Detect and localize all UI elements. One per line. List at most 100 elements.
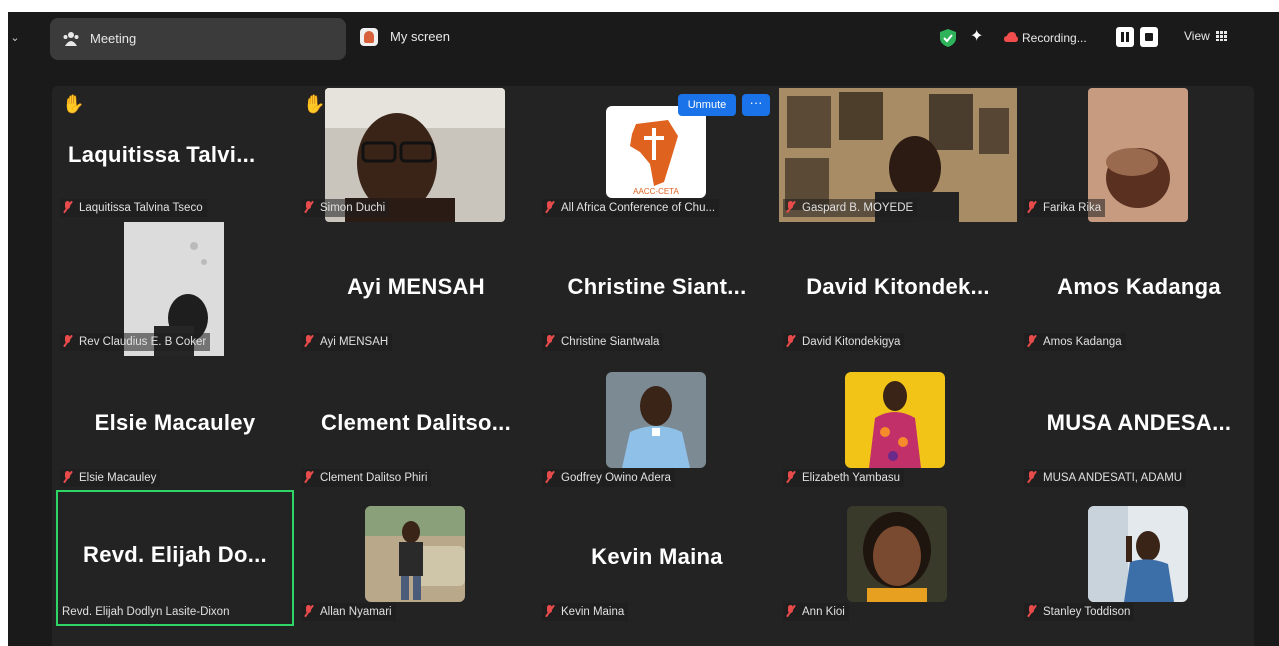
aacc-logo: AACC-CETA: [606, 106, 706, 198]
more-options-button[interactable]: ···: [742, 94, 770, 116]
participant-tile[interactable]: Gaspard B. MOYEDE: [779, 88, 1017, 222]
participant-display-name: Clement Dalitso...: [321, 410, 511, 435]
participant-tile[interactable]: Farika Rika: [1020, 88, 1254, 222]
meeting-icon: [63, 32, 79, 46]
muted-mic-icon: [1026, 471, 1038, 483]
participant-label-text: Stanley Toddison: [1043, 606, 1131, 618]
logo-text: AACC-CETA: [633, 187, 679, 196]
grid-icon: [1215, 31, 1228, 41]
top-bar: ⌄ Meeting My screen ✦ Recording... View: [8, 12, 1279, 66]
participant-name-label: Elsie Macauley: [60, 469, 161, 487]
participant-label-text: Revd. Elijah Dodlyn Lasite-Dixon: [62, 606, 230, 618]
video-gallery: ✋ Laquitissa Talvi... Laquitissa Talvina…: [52, 86, 1254, 646]
muted-mic-icon: [544, 335, 556, 347]
participant-avatar: [365, 506, 465, 602]
participant-tile[interactable]: Kevin Maina Kevin Maina: [538, 492, 776, 626]
participant-tile[interactable]: Amos Kadanga Amos Kadanga: [1020, 222, 1254, 356]
participant-label-text: Ayi MENSAH: [320, 336, 389, 348]
participant-tile[interactable]: ✋ Laquitissa Talvi... Laquitissa Talvina…: [56, 88, 294, 222]
participant-name-label: Revd. Elijah Dodlyn Lasite-Dixon: [60, 603, 233, 621]
participant-tile[interactable]: David Kitondek... David Kitondekigya: [779, 222, 1017, 356]
participant-name-label: Amos Kadanga: [1024, 333, 1126, 351]
muted-mic-icon: [544, 471, 556, 483]
participant-name-label: David Kitondekigya: [783, 333, 905, 351]
participant-tile[interactable]: Rev Claudius E. B Coker: [56, 222, 294, 356]
active-speaker-tile[interactable]: Revd. Elijah Do... Revd. Elijah Dodlyn L…: [56, 490, 294, 626]
participant-name-label: Rev Claudius E. B Coker: [60, 333, 211, 351]
cloud-icon: [1004, 32, 1018, 42]
shield-check-icon[interactable]: [940, 29, 956, 47]
participant-avatar: [1088, 506, 1188, 602]
my-screen-label: My screen: [390, 29, 450, 44]
screen-icon: [360, 28, 378, 46]
stop-recording-button[interactable]: [1140, 27, 1158, 47]
participant-name-label: Ayi MENSAH: [301, 333, 393, 351]
participant-label-text: Kevin Maina: [561, 606, 625, 618]
participant-display-name: Revd. Elijah Do...: [83, 542, 267, 567]
participant-tile[interactable]: Clement Dalitso... Clement Dalitso Phiri: [297, 358, 535, 492]
participant-label-text: David Kitondekigya: [802, 336, 901, 348]
participant-label-text: MUSA ANDESATI, ADAMU: [1043, 472, 1183, 484]
participant-name-label: Godfrey Owino Adera: [542, 469, 675, 487]
participant-name-label: Elizabeth Yambasu: [783, 469, 905, 487]
participant-tile[interactable]: Ann Kioi: [779, 492, 1017, 626]
participant-avatar: [606, 372, 706, 468]
participant-tile[interactable]: Elsie Macauley Elsie Macauley: [56, 358, 294, 492]
pause-recording-button[interactable]: [1116, 27, 1134, 47]
participant-display-name: Elsie Macauley: [94, 410, 256, 435]
chevron-down-icon[interactable]: ⌄: [8, 30, 22, 46]
participant-label-text: Laquitissa Talvina Tseco: [79, 202, 203, 214]
participant-label-text: Simon Duchi: [320, 202, 386, 214]
participant-avatar: [845, 372, 945, 468]
view-label: View: [1184, 29, 1210, 43]
participant-label-text: Ann Kioi: [802, 606, 845, 618]
participant-label-text: Elizabeth Yambasu: [802, 472, 901, 484]
muted-mic-icon: [785, 471, 797, 483]
participant-name-label: Stanley Toddison: [1024, 603, 1135, 621]
participant-tile[interactable]: Elizabeth Yambasu: [779, 358, 1017, 492]
participant-tile[interactable]: MUSA ANDESA... MUSA ANDESATI, ADAMU: [1020, 358, 1254, 492]
participant-label-text: Allan Nyamari: [320, 606, 392, 618]
muted-mic-icon: [785, 335, 797, 347]
participant-tile[interactable]: AACC-CETA All Africa Conference of Chu..…: [538, 88, 776, 222]
sparkle-icon[interactable]: ✦: [970, 27, 988, 47]
recording-label: Recording...: [1022, 31, 1087, 45]
unmute-button[interactable]: Unmute: [678, 94, 736, 116]
muted-mic-icon: [785, 605, 797, 617]
muted-mic-icon: [62, 201, 74, 213]
participant-display-name: Laquitissa Talvi...: [68, 142, 256, 167]
participant-display-name: Ayi MENSAH: [347, 274, 485, 299]
muted-mic-icon: [1026, 335, 1038, 347]
participant-name-label: Kevin Maina: [542, 603, 629, 621]
participant-label-text: Rev Claudius E. B Coker: [79, 336, 207, 348]
participant-tile[interactable]: Stanley Toddison: [1020, 492, 1254, 626]
muted-mic-icon: [785, 201, 797, 213]
participant-name-label: Clement Dalitso Phiri: [301, 469, 432, 487]
participant-tile[interactable]: Godfrey Owino Adera: [538, 358, 776, 492]
participant-tile[interactable]: Allan Nyamari: [297, 492, 535, 626]
muted-mic-icon: [1026, 605, 1038, 617]
participant-label-text: Gaspard B. MOYEDE: [802, 202, 914, 214]
participant-display-name: Christine Siant...: [567, 274, 747, 299]
participant-avatar: [847, 506, 947, 602]
participant-display-name: David Kitondek...: [806, 274, 990, 299]
participant-tile[interactable]: Ayi MENSAH Ayi MENSAH: [297, 222, 535, 356]
participant-tile[interactable]: Christine Siant... Christine Siantwala: [538, 222, 776, 356]
muted-mic-icon: [303, 201, 315, 213]
participant-label-text: Amos Kadanga: [1043, 336, 1122, 348]
meeting-tab[interactable]: Meeting: [50, 18, 346, 60]
meeting-tab-label: Meeting: [90, 31, 137, 46]
participant-name-label: Ann Kioi: [783, 603, 849, 621]
participant-label-text: Farika Rika: [1043, 202, 1102, 214]
muted-mic-icon: [62, 335, 74, 347]
view-button[interactable]: View: [1184, 29, 1228, 43]
participant-label-text: Christine Siantwala: [561, 336, 660, 348]
participant-tile[interactable]: ✋ Simon Duchi: [297, 88, 535, 222]
participant-label-text: All Africa Conference of Chu...: [561, 202, 716, 214]
muted-mic-icon: [544, 201, 556, 213]
participant-name-label: MUSA ANDESATI, ADAMU: [1024, 469, 1187, 487]
participant-label-text: Clement Dalitso Phiri: [320, 472, 428, 484]
raised-hand-icon: ✋: [303, 94, 326, 114]
muted-mic-icon: [62, 471, 74, 483]
meeting-window: ⌄ Meeting My screen ✦ Recording... View …: [8, 12, 1279, 646]
